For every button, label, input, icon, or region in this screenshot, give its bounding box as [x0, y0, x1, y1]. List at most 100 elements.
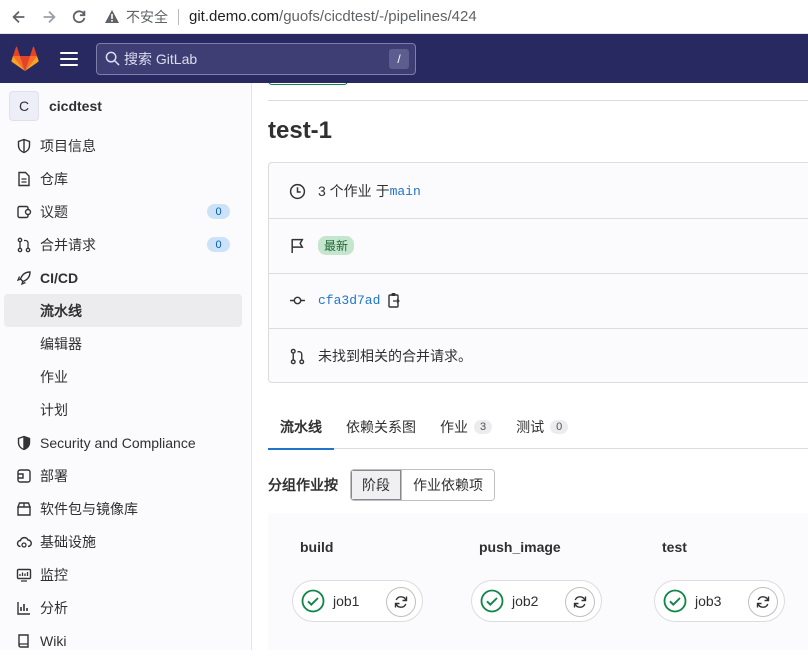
browser-toolbar: 不安全 git.demo.com/guofs/cicdtest/-/pipeli… [0, 0, 808, 34]
group-by-stage-button[interactable]: 阶段 [351, 470, 402, 500]
row-divider [269, 273, 808, 274]
sidebar-subitem-pipelines[interactable]: 流水线 [4, 294, 242, 327]
gitlab-logo-icon[interactable] [11, 46, 39, 72]
issues-count-badge: 0 [207, 204, 230, 219]
jobs-count-badge: 3 [474, 420, 493, 434]
job-name: job2 [512, 593, 539, 609]
latest-badge: 最新 [318, 235, 355, 255]
book-icon [16, 633, 32, 649]
info-icon [16, 138, 32, 154]
retry-icon[interactable] [565, 587, 595, 617]
group-by-label: 分组作业按 [268, 477, 338, 493]
sidebar-item-label: 软件包与镜像库 [40, 500, 138, 517]
sidebar-item-monitor[interactable]: 监控 [0, 558, 251, 591]
job-name: job3 [695, 593, 722, 609]
tab-pipeline[interactable]: 流水线 [268, 405, 334, 450]
sidebar-item-security[interactable]: Security and Compliance [0, 426, 251, 459]
sidebar-subitem-editor[interactable]: 编辑器 [0, 327, 251, 360]
security-label: 不安全 [126, 8, 168, 25]
sidebar-item-merge-requests[interactable]: 合并请求 0 [0, 228, 251, 261]
tests-count-badge: 0 [550, 420, 569, 434]
project-header[interactable]: C cicdtest [0, 83, 251, 129]
document-icon [16, 171, 32, 187]
tab-jobs[interactable]: 作业 3 [428, 405, 504, 449]
sidebar-item-infrastructure[interactable]: 基础设施 [0, 525, 251, 558]
sidebar-item-deployments[interactable]: 部署 [0, 459, 251, 492]
warning-icon[interactable] [104, 9, 120, 24]
job-pill[interactable]: job1 [292, 580, 423, 622]
tab-label: 流水线 [280, 419, 322, 435]
monitor-icon [16, 567, 32, 583]
cloud-gear-icon [16, 534, 32, 550]
commit-icon [288, 291, 306, 309]
copy-icon[interactable] [388, 292, 402, 308]
url-path: /guofs/cicdtest/-/pipelines/424 [279, 8, 477, 25]
sidebar-item-wiki[interactable]: Wiki [0, 624, 251, 657]
issues-icon [16, 204, 32, 220]
tab-label: 作业 [440, 419, 468, 435]
forward-arrow-icon[interactable] [38, 6, 60, 28]
merge-request-row: 未找到相关的合并请求。 [269, 342, 808, 370]
search-shortcut-key: / [389, 48, 409, 69]
merge-requests-count-badge: 0 [207, 237, 230, 252]
sidebar-item-label: 议题 [40, 203, 68, 220]
sidebar-item-label: 合并请求 [40, 236, 96, 253]
project-sidebar: C cicdtest 项目信息 仓库 议题 0 合并请求 0 CI/CD 流水线… [0, 83, 252, 650]
url-host: git.demo.com [189, 8, 280, 25]
sidebar-item-packages[interactable]: 软件包与镜像库 [0, 492, 251, 525]
stage-title-push-image: push_image [479, 539, 561, 555]
sidebar-subitem-schedules[interactable]: 计划 [0, 393, 251, 426]
search-icon [105, 51, 120, 66]
tab-tests[interactable]: 测试 0 [504, 405, 580, 449]
retry-icon[interactable] [386, 587, 416, 617]
pipeline-info-card: 3 个作业 于 main 最新 cfa3d7ad 未找到相关的合并请求。 [268, 162, 808, 383]
job-pill[interactable]: job2 [471, 580, 602, 622]
reload-icon[interactable] [68, 6, 90, 28]
sidebar-item-label: 部署 [40, 467, 68, 484]
sidebar-item-label: Wiki [40, 632, 67, 649]
row-divider [269, 328, 808, 329]
shield-icon [16, 435, 32, 451]
stage-title-test: test [662, 539, 687, 555]
group-by-dependencies-button[interactable]: 作业依赖项 [402, 470, 494, 500]
retry-icon[interactable] [748, 587, 778, 617]
sidebar-item-label: 仓库 [40, 170, 68, 187]
merge-request-icon [16, 237, 32, 253]
page-title: test-1 [268, 117, 333, 144]
commit-row: cfa3d7ad [269, 286, 808, 314]
project-avatar: C [9, 91, 39, 121]
no-merge-request-text: 未找到相关的合并请求。 [318, 348, 472, 364]
back-arrow-icon[interactable] [8, 6, 30, 28]
stage-title-build: build [300, 539, 334, 555]
commit-sha-link[interactable]: cfa3d7ad [318, 293, 380, 308]
sidebar-item-label: Security and Compliance [40, 434, 196, 451]
sidebar-item-label: 项目信息 [40, 137, 96, 154]
branch-link[interactable]: main [390, 184, 421, 199]
chart-icon [16, 600, 32, 616]
sidebar-item-label: CI/CD [40, 269, 79, 286]
sidebar-item-analytics[interactable]: 分析 [0, 591, 251, 624]
sidebar-item-project-info[interactable]: 项目信息 [0, 129, 251, 162]
latest-row: 最新 [269, 231, 808, 259]
sidebar-item-cicd[interactable]: CI/CD [0, 261, 251, 294]
deploy-icon [16, 468, 32, 484]
tab-label: 测试 [516, 419, 545, 435]
address-bar[interactable]: 不安全 git.demo.com/guofs/cicdtest/-/pipeli… [104, 7, 477, 27]
search-input[interactable]: 搜索 GitLab / [96, 42, 416, 75]
jobs-count-row: 3 个作业 于 main [269, 177, 808, 205]
job-pill[interactable]: job3 [654, 580, 785, 622]
sidebar-subitem-jobs[interactable]: 作业 [0, 360, 251, 393]
row-divider [269, 218, 808, 219]
tab-dependency-graph[interactable]: 依赖关系图 [334, 405, 428, 449]
sidebar-item-label: 基础设施 [40, 533, 96, 550]
sidebar-item-repository[interactable]: 仓库 [0, 162, 251, 195]
package-icon [16, 501, 32, 517]
sidebar-item-issues[interactable]: 议题 0 [0, 195, 251, 228]
menu-icon[interactable] [60, 51, 78, 66]
status-badge-partial [268, 83, 348, 85]
jobs-count-text: 3 个作业 于 [318, 183, 390, 199]
flag-icon [288, 236, 306, 254]
project-name: cicdtest [49, 98, 102, 114]
pipeline-graph: build push_image test job1 job2 job3 [268, 513, 808, 650]
pipeline-tabs: 流水线 依赖关系图 作业 3 测试 0 [268, 405, 808, 450]
